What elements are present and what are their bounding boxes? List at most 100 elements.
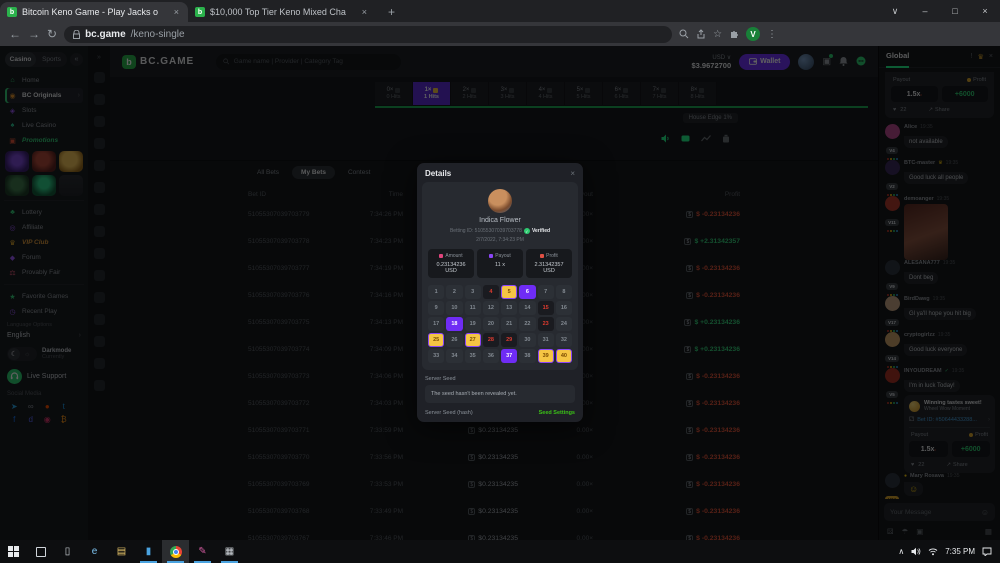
modal-title: Details bbox=[425, 169, 451, 178]
taskbar-app-button[interactable]: ▦ bbox=[216, 540, 243, 563]
bookmark-star-icon[interactable]: ☆ bbox=[713, 29, 722, 40]
keno-cell: 2 bbox=[446, 285, 462, 299]
keno-cell: 32 bbox=[556, 333, 572, 347]
keno-cell: 5 bbox=[501, 285, 517, 299]
keno-cell: 6 bbox=[519, 285, 535, 299]
window-minimize-button[interactable]: – bbox=[910, 0, 940, 22]
share-icon[interactable] bbox=[696, 29, 706, 39]
keno-cell: 11 bbox=[465, 301, 481, 315]
keno-cell: 13 bbox=[501, 301, 517, 315]
player-name: Indica Flower bbox=[428, 217, 572, 224]
url-path: /keno-single bbox=[131, 29, 185, 40]
keno-cell: 15 bbox=[538, 301, 554, 315]
app-icon: ✎ bbox=[198, 547, 206, 557]
tab-title: Bitcoin Keno Game - Play Jacks o bbox=[22, 7, 167, 17]
verified-shield-icon: ✓ bbox=[524, 228, 530, 234]
extensions-puzzle-icon[interactable] bbox=[729, 29, 739, 39]
seed-settings-link[interactable]: Seed Settings bbox=[539, 410, 575, 416]
keno-cell: 7 bbox=[538, 285, 554, 299]
windows-logo-icon bbox=[8, 546, 19, 557]
volume-icon[interactable] bbox=[911, 547, 921, 556]
lock-icon bbox=[73, 30, 80, 39]
browser-tab[interactable]: b Bitcoin Keno Game - Play Jacks o × bbox=[0, 2, 188, 22]
modal-close-icon[interactable]: × bbox=[570, 169, 575, 178]
taskbar-app-button[interactable]: ✎ bbox=[189, 540, 216, 563]
browser-toolbar: ← → ↻ bc.game/keno-single ☆ V ⋮ bbox=[0, 22, 1000, 46]
windows-taskbar: ▯ e ▤ ▮ ✎ ▦ ∧ 7:35 bbox=[0, 540, 1000, 563]
browser-tab[interactable]: b $10,000 Top Tier Keno Mixed Cha × bbox=[188, 2, 376, 22]
keno-cell: 33 bbox=[428, 349, 444, 363]
new-tab-button[interactable]: + bbox=[376, 5, 407, 22]
keno-cell: 34 bbox=[446, 349, 462, 363]
keno-cell: 21 bbox=[501, 317, 517, 331]
keno-cell: 4 bbox=[483, 285, 499, 299]
tab-title: $10,000 Top Tier Keno Mixed Cha bbox=[210, 7, 355, 17]
player-avatar bbox=[488, 189, 512, 213]
verified-label: Verified bbox=[532, 228, 550, 234]
keno-cell: 3 bbox=[465, 285, 481, 299]
server-seed-value: The seed hasn't been revealed yet. bbox=[425, 385, 575, 403]
keno-cell: 8 bbox=[556, 285, 572, 299]
start-button[interactable] bbox=[0, 540, 27, 563]
keno-cell: 23 bbox=[538, 317, 554, 331]
address-bar[interactable]: bc.game/keno-single bbox=[64, 26, 672, 43]
network-icon[interactable] bbox=[928, 547, 938, 556]
taskbar-app-button[interactable] bbox=[162, 540, 189, 563]
betting-id: Betting ID: 51055307039703778 bbox=[450, 228, 522, 234]
search-icon[interactable] bbox=[679, 29, 689, 39]
taskbar-app-button[interactable]: ▯ bbox=[54, 540, 81, 563]
keno-cell: 37 bbox=[501, 349, 517, 363]
tab-search-icon[interactable]: ∨ bbox=[880, 0, 910, 22]
stat-icon bbox=[540, 254, 544, 258]
stat-box: Amount 0.23134236 USD bbox=[428, 249, 474, 278]
browser-menu-icon[interactable]: ⋮ bbox=[767, 29, 777, 40]
server-seed-hash-label: Server Seed (hash) bbox=[425, 410, 473, 416]
window-close-button[interactable]: × bbox=[970, 0, 1000, 22]
back-button[interactable]: ← bbox=[9, 28, 21, 40]
browser-tab-strip: b Bitcoin Keno Game - Play Jacks o × b $… bbox=[0, 0, 1000, 22]
hidden-icons-chevron[interactable]: ∧ bbox=[898, 547, 904, 556]
taskbar-app-button[interactable]: ▤ bbox=[108, 540, 135, 563]
tab-close-icon[interactable]: × bbox=[172, 7, 181, 17]
url-host: bc.game bbox=[85, 29, 126, 40]
site-viewport: Casino Sports « ⌂ Home ◉ BC Originals › … bbox=[0, 46, 1000, 540]
taskbar-app-button[interactable]: e bbox=[81, 540, 108, 563]
keno-cell: 16 bbox=[556, 301, 572, 315]
action-center-icon[interactable] bbox=[982, 547, 992, 556]
clock[interactable]: 7:35 PM bbox=[945, 547, 975, 556]
window-maximize-button[interactable]: □ bbox=[940, 0, 970, 22]
task-view-button[interactable] bbox=[27, 540, 54, 563]
keno-cell: 22 bbox=[519, 317, 535, 331]
tab-favicon-icon: b bbox=[7, 7, 17, 17]
keno-cell: 24 bbox=[556, 317, 572, 331]
keno-cell: 20 bbox=[483, 317, 499, 331]
keno-cell: 12 bbox=[483, 301, 499, 315]
keno-cell: 9 bbox=[428, 301, 444, 315]
app-icon: ▦ bbox=[225, 547, 234, 557]
stat-box: Profit 2.31342357 USD bbox=[526, 249, 572, 278]
keno-cell: 17 bbox=[428, 317, 444, 331]
keno-cell: 27 bbox=[465, 333, 481, 347]
keno-cell: 1 bbox=[428, 285, 444, 299]
app-icon: ▮ bbox=[146, 547, 152, 557]
tab-close-icon[interactable]: × bbox=[360, 7, 369, 17]
keno-cell: 30 bbox=[519, 333, 535, 347]
stat-icon bbox=[489, 254, 493, 258]
keno-cell: 40 bbox=[556, 349, 572, 363]
stat-value: 2.31342357 USD bbox=[528, 262, 570, 274]
browser-profile-avatar[interactable]: V bbox=[746, 27, 760, 41]
keno-cell: 19 bbox=[465, 317, 481, 331]
chrome-icon bbox=[170, 546, 182, 558]
app-icon: ▤ bbox=[117, 547, 126, 557]
forward-button[interactable]: → bbox=[28, 28, 40, 40]
keno-cell: 25 bbox=[428, 333, 444, 347]
stat-box: Payout 11 x bbox=[477, 249, 523, 278]
app-icon: e bbox=[92, 547, 98, 557]
keno-cell: 35 bbox=[465, 349, 481, 363]
taskbar-app-button[interactable]: ▮ bbox=[135, 540, 162, 563]
keno-cell: 10 bbox=[446, 301, 462, 315]
reload-button[interactable]: ↻ bbox=[47, 28, 57, 40]
keno-cell: 26 bbox=[446, 333, 462, 347]
bet-datetime: 2/7/2022, 7:34:23 PM bbox=[428, 237, 572, 243]
server-seed-label: Server Seed bbox=[425, 376, 575, 382]
